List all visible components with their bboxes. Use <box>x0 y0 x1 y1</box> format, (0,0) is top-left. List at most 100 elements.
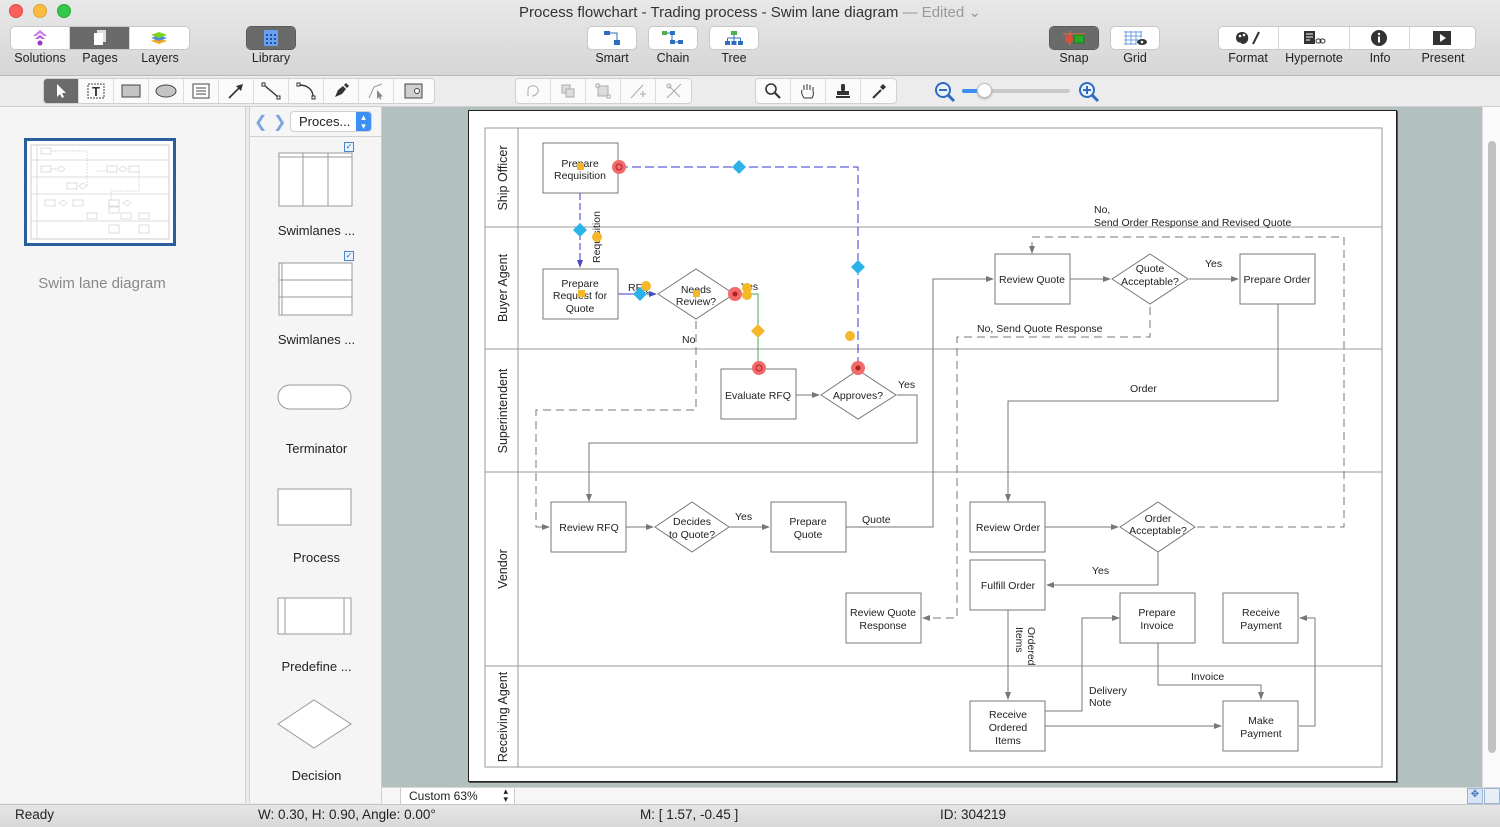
stamp-tool[interactable] <box>826 79 861 103</box>
arc-tool[interactable] <box>289 79 324 103</box>
ellipse-tool[interactable] <box>149 79 184 103</box>
ungroup-tool[interactable] <box>586 79 621 103</box>
connector[interactable] <box>1299 615 1316 727</box>
pan-tool[interactable] <box>791 79 826 103</box>
chain-connector-icon <box>662 31 683 44</box>
line-icon <box>261 82 281 100</box>
chain-button[interactable] <box>648 26 698 50</box>
drawing-toolbar: T <box>0 76 1500 107</box>
bezier-select-tool[interactable] <box>359 79 394 103</box>
drawing-tools-group: T <box>43 78 435 104</box>
text-handle[interactable] <box>742 290 752 300</box>
tree-button[interactable] <box>709 26 759 50</box>
node-text: Make <box>1248 715 1274 727</box>
zoom-select-value: Custom 63% <box>409 789 478 803</box>
library-button[interactable] <box>246 26 296 50</box>
present-button[interactable] <box>1410 27 1475 49</box>
rotate-tool[interactable] <box>516 79 551 103</box>
node-text: Review Order <box>976 522 1041 534</box>
text-tool[interactable]: T <box>79 79 114 103</box>
midpoint-handle[interactable] <box>851 260 865 274</box>
info-button[interactable] <box>1350 27 1410 49</box>
midpoint-handle[interactable] <box>751 324 765 338</box>
forward-arrow-icon[interactable]: ❯ <box>273 112 286 132</box>
back-arrow-icon[interactable]: ❮ <box>254 112 267 132</box>
grid-button[interactable] <box>1110 26 1160 50</box>
checkbox-icon[interactable]: ✓ <box>344 251 354 261</box>
process-shape[interactable] <box>276 487 354 527</box>
zoom-tool[interactable] <box>756 79 791 103</box>
text-handle[interactable] <box>845 331 855 341</box>
checkbox-icon[interactable]: ✓ <box>344 142 354 152</box>
info-label: Info <box>1369 51 1391 65</box>
node-text: Ordered <box>989 722 1028 734</box>
connector-label: No, Send Quote Response <box>977 323 1103 335</box>
resize-handle[interactable] <box>693 290 700 297</box>
line-tool[interactable] <box>254 79 289 103</box>
hypernote-button[interactable] <box>1279 27 1350 49</box>
connection-endpoint-handle[interactable] <box>752 361 766 375</box>
arrow-icon <box>228 84 243 99</box>
zoom-slider-knob[interactable] <box>977 83 992 98</box>
zoom-in-icon[interactable] <box>1078 81 1102 103</box>
container-tool[interactable] <box>394 79 434 103</box>
text-handle[interactable] <box>592 232 602 242</box>
smart-label: Smart <box>595 51 629 65</box>
text-handle[interactable] <box>641 281 651 291</box>
fit-page-button[interactable]: ✥ <box>1467 788 1483 804</box>
ungroup-icon <box>595 83 611 99</box>
node-text: Requisition <box>554 170 606 182</box>
note-tool[interactable] <box>184 79 219 103</box>
pages-button[interactable] <box>70 27 130 49</box>
arc-icon <box>296 82 316 100</box>
view-tools-group <box>755 78 897 104</box>
rectangle-tool[interactable] <box>114 79 149 103</box>
solutions-button[interactable] <box>11 27 71 49</box>
node-text: Order <box>1145 513 1172 525</box>
page-name[interactable]: Swim lane diagram <box>0 275 204 292</box>
vertical-scrollbar[interactable] <box>1482 107 1500 787</box>
snap-button[interactable] <box>1049 26 1099 50</box>
node-text: Prepare <box>789 516 827 528</box>
vertical-swimlanes-shape[interactable] <box>278 152 354 208</box>
status-text: Ready <box>15 807 55 822</box>
scrollbar-thumb[interactable] <box>1488 141 1496 753</box>
group-tool[interactable] <box>551 79 586 103</box>
resize-handle[interactable] <box>578 290 585 297</box>
tree-label: Tree <box>721 51 747 65</box>
format-button[interactable] <box>1219 27 1279 49</box>
library-select[interactable]: Proces... ▴ ▾ <box>290 111 372 132</box>
eyedropper-tool[interactable] <box>861 79 896 103</box>
actual-size-button[interactable] <box>1484 788 1500 804</box>
zoom-slider[interactable] <box>962 83 1070 98</box>
horizontal-swimlanes-shape[interactable] <box>278 262 354 318</box>
zoom-select[interactable]: Custom 63% ▴ ▾ <box>400 787 515 805</box>
terminator-shape[interactable] <box>276 383 354 413</box>
page-thumbnail[interactable] <box>24 138 176 246</box>
midpoint-handle[interactable] <box>732 160 746 174</box>
cut-connector-tool[interactable] <box>656 79 691 103</box>
node-text: Prepare <box>561 278 599 290</box>
pointer-icon <box>57 84 66 98</box>
selected-connector[interactable] <box>619 166 859 367</box>
predefined-process-shape[interactable] <box>276 596 354 636</box>
pen-tool[interactable] <box>324 79 359 103</box>
decision-shape[interactable] <box>276 698 354 750</box>
dashed-connector[interactable] <box>535 321 697 530</box>
smart-button[interactable] <box>587 26 637 50</box>
library-panel: ❮ ❯ Proces... ▴ ▾ ✓ Swimlanes ... ✓ Swimla… <box>249 107 383 803</box>
arrow-tool[interactable] <box>219 79 254 103</box>
add-point-tool[interactable] <box>621 79 656 103</box>
layers-button[interactable] <box>130 27 189 49</box>
zoom-out-icon[interactable] <box>934 81 958 103</box>
connector-label: Send Order Response and Revised Quote <box>1094 217 1291 229</box>
diagram-page[interactable]: Ship Officer Buyer Agent Superintendent … <box>468 110 1397 782</box>
edited-status[interactable]: — Edited ⌄ <box>903 4 981 21</box>
eyedropper-icon <box>871 84 886 99</box>
node-text: Fulfill Order <box>981 580 1036 592</box>
chain-label: Chain <box>656 51 690 65</box>
connection-endpoint-handle[interactable] <box>612 160 626 174</box>
resize-handle[interactable] <box>577 163 584 170</box>
midpoint-handle[interactable] <box>573 223 587 237</box>
select-tool[interactable] <box>44 79 79 103</box>
